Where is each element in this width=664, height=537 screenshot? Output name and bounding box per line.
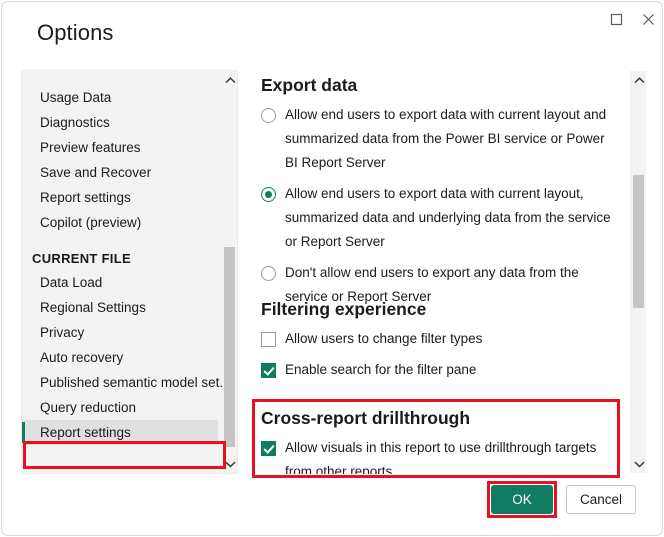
checkbox-option-label: Allow users to change filter types	[285, 331, 483, 346]
radio-option-export-summarized[interactable]: Allow end users to export data with curr…	[261, 103, 621, 175]
sidebar-item-auto-recovery[interactable]: Auto recovery	[22, 345, 218, 370]
settings-content-pane: Export data Allow end users to export da…	[254, 70, 630, 474]
sidebar-item-privacy[interactable]: Privacy	[22, 320, 218, 345]
sidebar-scrollbar[interactable]	[222, 71, 237, 473]
sidebar-item-data-load[interactable]: Data Load	[22, 270, 218, 295]
sidebar-scrollbar-thumb[interactable]	[224, 247, 235, 447]
sidebar-item-published-semantic-model-set[interactable]: Published semantic model set...	[22, 370, 231, 395]
sidebar-item-diagnostics[interactable]: Diagnostics	[22, 110, 218, 135]
radio-option-label: Allow end users to export data with curr…	[285, 107, 607, 170]
close-icon[interactable]	[633, 5, 662, 33]
ok-button[interactable]: OK	[491, 485, 553, 514]
sidebar-item-usage-data[interactable]: Usage Data	[22, 85, 218, 110]
sidebar-item-save-and-recover[interactable]: Save and Recover	[22, 160, 218, 185]
options-dialog: Options Usage Data Diagnostics Preview fea…	[1, 1, 663, 536]
radio-icon[interactable]	[261, 108, 276, 123]
sidebar-item-query-reduction[interactable]: Query reduction	[22, 395, 218, 420]
radio-selected-icon[interactable]	[261, 187, 276, 202]
section-title-export-data: Export data	[261, 75, 358, 95]
radio-option-label: Allow end users to export data with curr…	[285, 186, 611, 249]
sidebar-item-copilot-preview[interactable]: Copilot (preview)	[22, 210, 218, 235]
chevron-down-icon[interactable]	[631, 455, 647, 473]
section-export-data: Export data Allow end users to export da…	[261, 75, 621, 309]
radio-icon[interactable]	[261, 266, 276, 281]
maximize-icon[interactable]	[601, 5, 631, 33]
section-filtering-experience: Filtering experience Allow users to chan…	[261, 299, 621, 382]
checkbox-checked-icon[interactable]	[261, 441, 276, 456]
checkbox-option-filter-pane-search[interactable]: Enable search for the filter pane	[261, 358, 621, 382]
sidebar-item-regional-settings[interactable]: Regional Settings	[22, 295, 218, 320]
page-title: Options	[37, 20, 114, 45]
section-title-cross-report-drillthrough: Cross-report drillthrough	[261, 408, 471, 428]
checkbox-option-drillthrough-targets[interactable]: Allow visuals in this report to use dril…	[261, 436, 621, 474]
sidebar-item-report-settings[interactable]: Report settings	[22, 185, 218, 210]
section-cross-report-drillthrough: Cross-report drillthrough Allow visuals …	[261, 408, 621, 474]
chevron-up-icon[interactable]	[222, 71, 237, 89]
checkbox-option-change-filter-types[interactable]: Allow users to change filter types	[261, 327, 621, 351]
checkbox-option-label: Allow visuals in this report to use dril…	[285, 440, 597, 474]
checkbox-option-label: Enable search for the filter pane	[285, 362, 477, 377]
sidebar-item-preview-features[interactable]: Preview features	[22, 135, 218, 160]
section-title-filtering-experience: Filtering experience	[261, 299, 427, 319]
checkbox-checked-icon[interactable]	[261, 363, 276, 378]
radio-option-export-underlying[interactable]: Allow end users to export data with curr…	[261, 182, 621, 254]
chevron-up-icon[interactable]	[631, 71, 647, 89]
sidebar-nav-list: Usage Data Diagnostics Preview features Sav…	[22, 85, 231, 445]
sidebar-group-header: CURRENT FILE	[32, 251, 131, 266]
checkbox-icon[interactable]	[261, 332, 276, 347]
settings-sidebar: Usage Data Diagnostics Preview features Sav…	[21, 70, 238, 474]
content-scrollbar-thumb[interactable]	[633, 175, 644, 308]
content-scrollbar[interactable]	[630, 71, 646, 473]
sidebar-item-report-settings[interactable]: Report settings	[22, 420, 218, 445]
cancel-button[interactable]: Cancel	[566, 485, 636, 514]
chevron-down-icon[interactable]	[222, 455, 237, 473]
title-bar: Options	[2, 2, 662, 58]
